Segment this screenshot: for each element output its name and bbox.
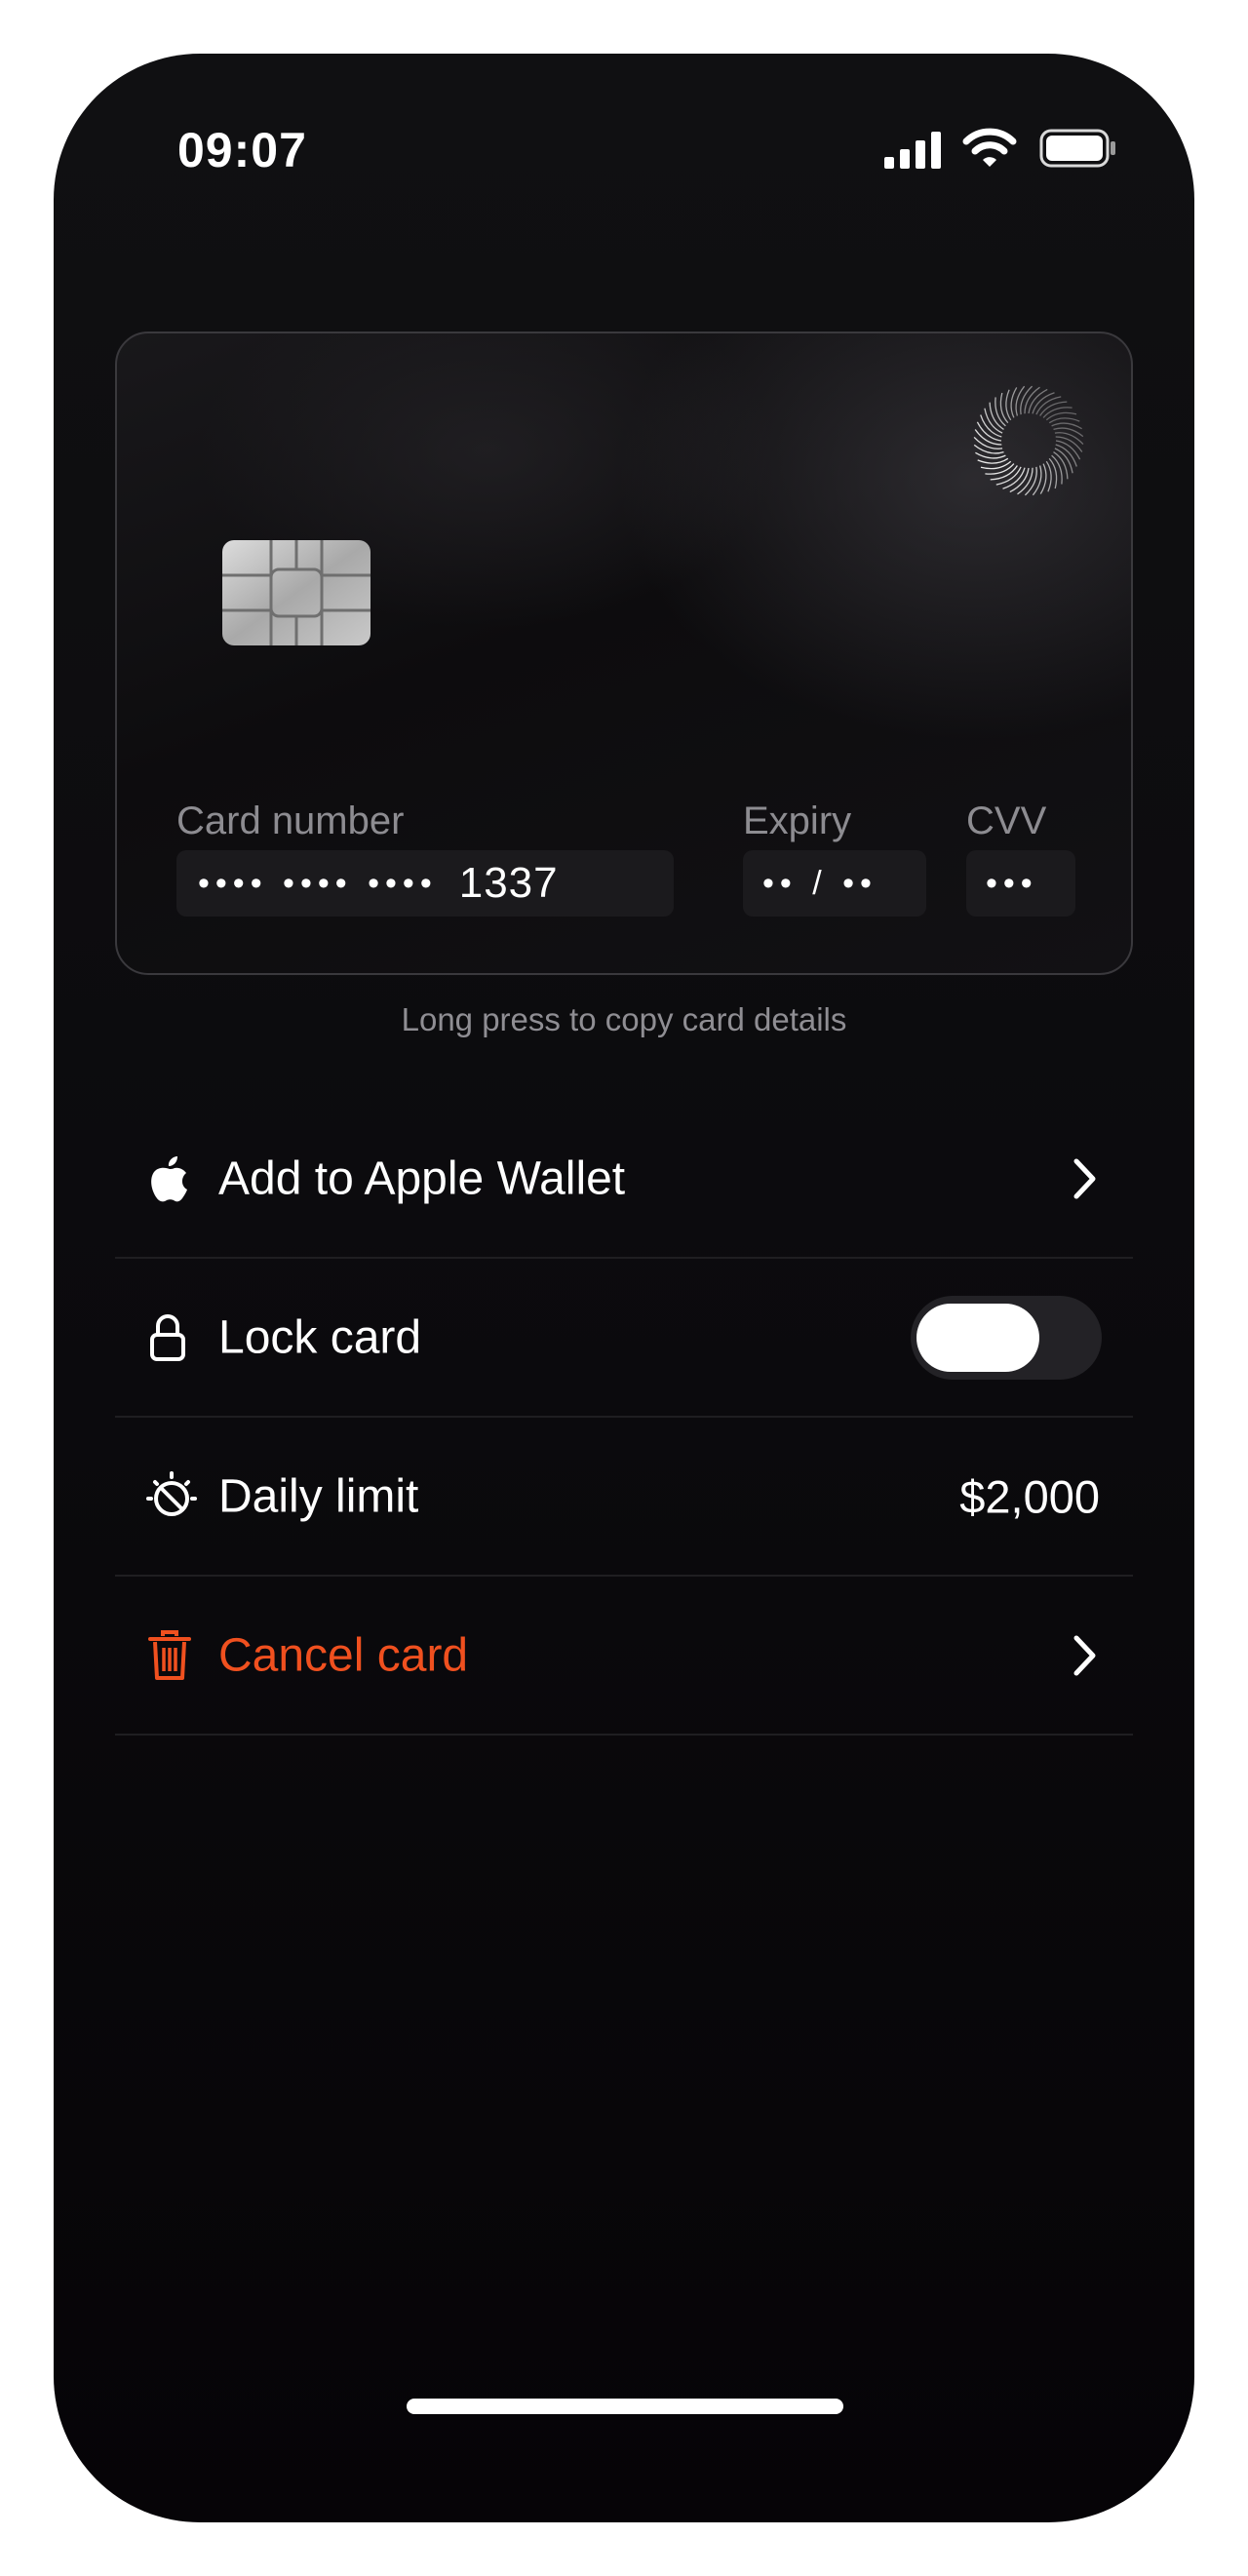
copy-hint: Long press to copy card details bbox=[401, 1001, 847, 1037]
add-to-apple-wallet-label: Add to Apple Wallet bbox=[218, 1152, 626, 1204]
cvv-field[interactable]: ••• bbox=[966, 850, 1075, 917]
card-chip-icon bbox=[222, 540, 370, 645]
battery-icon bbox=[1039, 129, 1115, 168]
daily-limit-row[interactable]: Daily limit $2,000 bbox=[115, 1418, 1133, 1577]
card-number-masked: •••• •••• •••• bbox=[198, 864, 438, 902]
chevron-right-icon[interactable] bbox=[1072, 1157, 1098, 1200]
payment-card[interactable]: Card number •••• •••• •••• 1337 Expiry •… bbox=[115, 332, 1133, 975]
expiry-field[interactable]: •• / •• bbox=[743, 850, 926, 917]
lock-card-row[interactable]: Lock card bbox=[115, 1259, 1133, 1418]
apple-icon bbox=[151, 1155, 187, 1201]
expiry-label: Expiry bbox=[743, 800, 852, 842]
cvv-label: CVV bbox=[966, 800, 1047, 842]
trash-icon bbox=[148, 1629, 191, 1680]
lock-card-label: Lock card bbox=[218, 1311, 422, 1363]
chevron-right-icon[interactable] bbox=[1072, 1634, 1098, 1677]
brand-logo-icon bbox=[973, 385, 1084, 496]
cellular-signal-icon bbox=[884, 132, 941, 169]
card-number-last4: 1337 bbox=[458, 859, 559, 907]
wifi-icon bbox=[962, 128, 1017, 167]
cancel-card-row[interactable]: Cancel card bbox=[115, 1577, 1133, 1736]
lock-card-toggle[interactable] bbox=[911, 1295, 1102, 1380]
daily-limit-value: $2,000 bbox=[959, 1470, 1100, 1522]
cvv-value: ••• bbox=[986, 864, 1038, 902]
status-time: 09:07 bbox=[177, 123, 307, 177]
home-indicator[interactable] bbox=[407, 2399, 843, 2414]
phone-screen: 09:07 Card number •••• •••• •••• 1337 Ex… bbox=[54, 54, 1194, 2522]
daily-limit-label: Daily limit bbox=[218, 1470, 419, 1522]
cancel-card-label: Cancel card bbox=[218, 1629, 469, 1681]
timer-icon bbox=[146, 1470, 197, 1516]
status-bar: 09:07 bbox=[54, 54, 1194, 210]
expiry-value: •• / •• bbox=[762, 864, 878, 902]
card-actions-list: Add to Apple Wallet Lock card Daily limi… bbox=[115, 1100, 1133, 1736]
lock-icon bbox=[150, 1313, 185, 1361]
toggle-knob bbox=[916, 1303, 1039, 1372]
add-to-apple-wallet-row[interactable]: Add to Apple Wallet bbox=[115, 1100, 1133, 1259]
card-number-label: Card number bbox=[176, 800, 405, 842]
card-number-field[interactable]: •••• •••• •••• 1337 bbox=[176, 850, 674, 917]
